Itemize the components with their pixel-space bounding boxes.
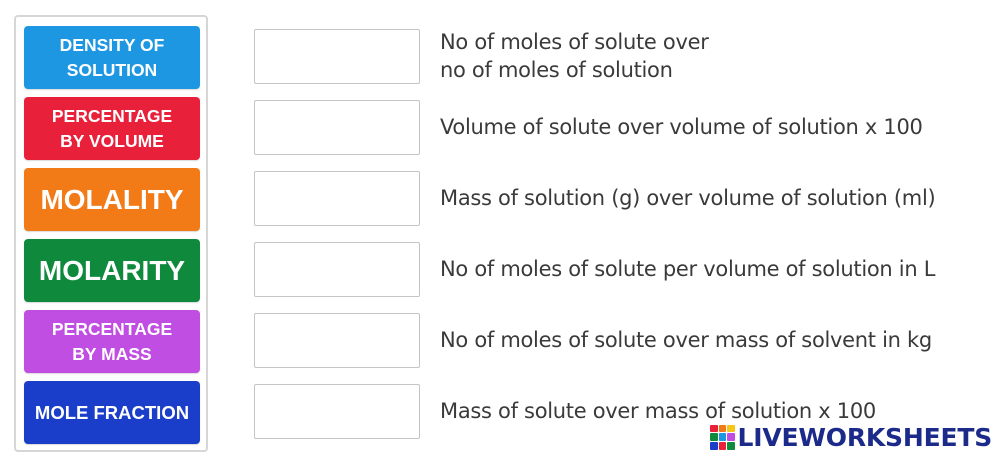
tile-density-of-solution[interactable]: DENSITY OF SOLUTION	[24, 26, 200, 89]
answer-tile-panel: DENSITY OF SOLUTION PERCENTAGE BY VOLUME…	[14, 15, 208, 452]
tile-label: MOLARITY	[38, 254, 186, 286]
definition-3: Mass of solution (g) over volume of solu…	[440, 186, 936, 210]
tile-molality[interactable]: MOLALITY	[24, 168, 200, 231]
tile-percentage-by-mass[interactable]: PERCENTAGE BY MASS	[24, 310, 200, 373]
tile-molarity[interactable]: MOLARITY	[24, 239, 200, 302]
drop-box-2[interactable]	[254, 100, 420, 155]
brand-name: LIVEWORKSHEETS	[737, 422, 993, 452]
tile-label: PERCENTAGE BY MASS	[51, 318, 173, 364]
tile-label: DENSITY OF SOLUTION	[59, 34, 165, 80]
definition-2: Volume of solute over volume of solution…	[440, 115, 923, 139]
tile-label: PERCENTAGE BY VOLUME	[51, 105, 173, 151]
drop-box-6[interactable]	[254, 384, 420, 439]
definition-1: No of moles of solute over no of moles o…	[440, 30, 709, 82]
liveworksheets-brand: LIVEWORKSHEETS	[710, 422, 993, 452]
drop-box-1[interactable]	[254, 29, 420, 84]
tile-label: MOLE FRACTION	[34, 401, 190, 423]
drop-box-3[interactable]	[254, 171, 420, 226]
tile-label: MOLALITY	[40, 183, 184, 215]
drop-box-5[interactable]	[254, 313, 420, 368]
tile-percentage-by-volume[interactable]: PERCENTAGE BY VOLUME	[24, 97, 200, 160]
liveworksheets-logo-icon	[710, 424, 736, 450]
definition-6: Mass of solute over mass of solution x 1…	[440, 399, 876, 423]
tile-mole-fraction[interactable]: MOLE FRACTION	[24, 381, 200, 444]
definition-5: No of moles of solute over mass of solve…	[440, 328, 932, 352]
drop-box-4[interactable]	[254, 242, 420, 297]
definition-4: No of moles of solute per volume of solu…	[440, 257, 936, 281]
